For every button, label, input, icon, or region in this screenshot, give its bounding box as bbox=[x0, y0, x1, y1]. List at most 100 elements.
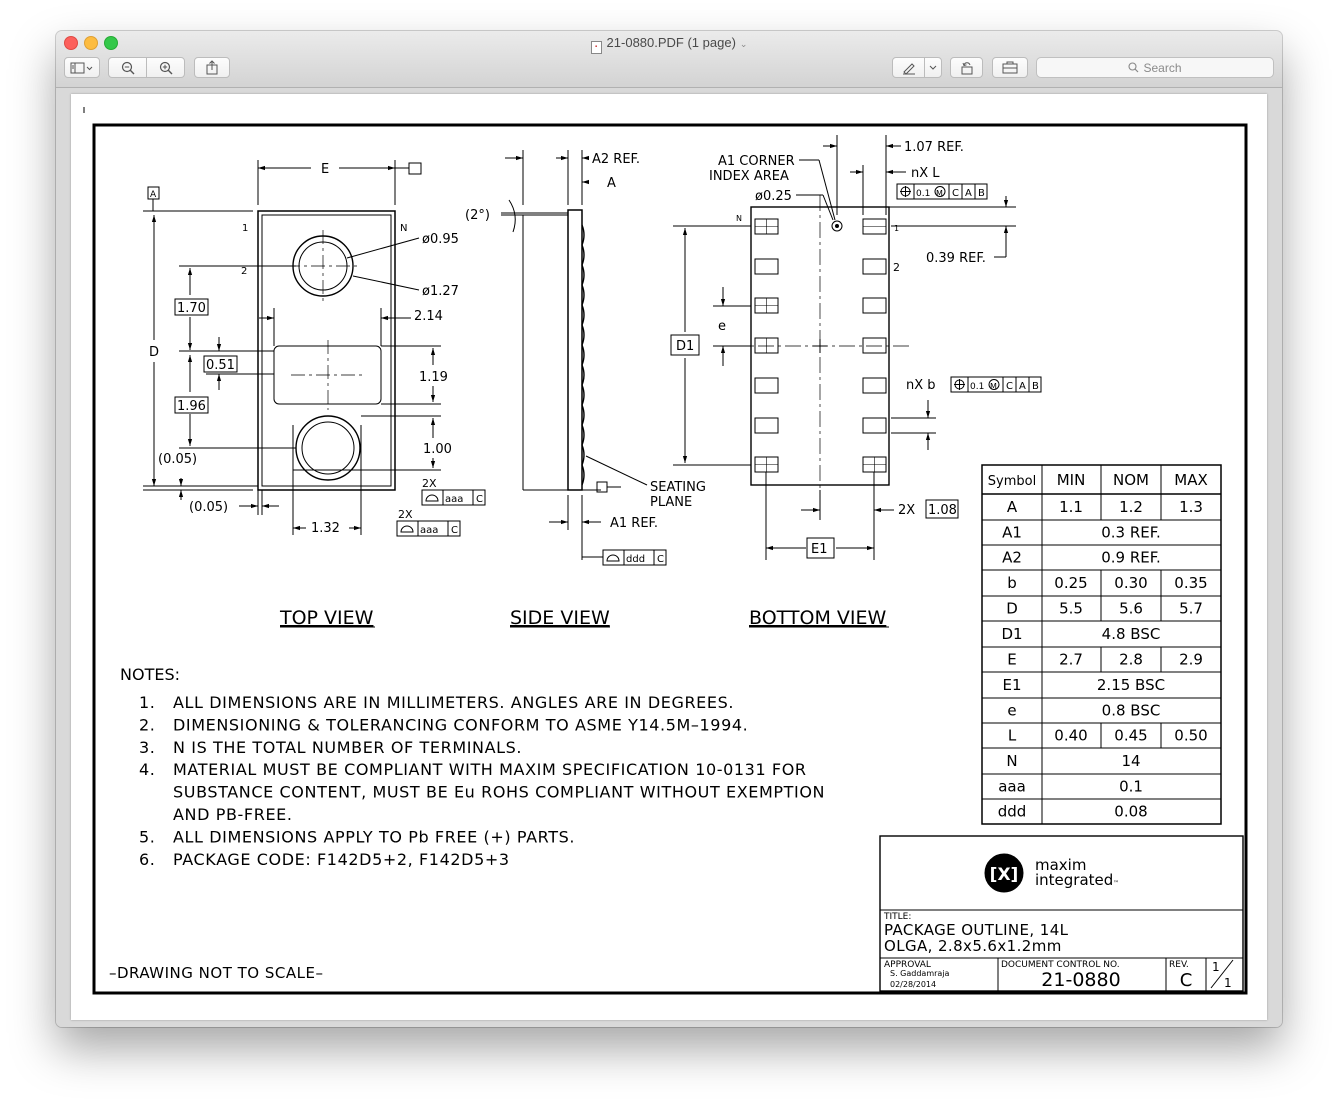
label-2x-108: 2X bbox=[898, 503, 915, 518]
window-title[interactable]: ▪ 21-0880.PDF (1 page) ⌄ bbox=[56, 35, 1282, 54]
top-2x-b: 2X bbox=[398, 508, 413, 521]
table-header-cell: MAX bbox=[1174, 471, 1207, 489]
table-span-cell: 0.1 bbox=[1119, 778, 1143, 796]
search-field[interactable]: Search bbox=[1036, 57, 1274, 78]
table-span-cell: 14 bbox=[1121, 752, 1140, 770]
table-symbol-cell: D1 bbox=[1001, 625, 1022, 643]
label-e: e bbox=[718, 319, 726, 334]
maxim-logo-icon: [X] bbox=[990, 865, 1019, 885]
dim-107-ref: 1.07 REF. bbox=[904, 140, 964, 155]
fcf-l-a: A bbox=[965, 188, 972, 199]
tol-c-b: C bbox=[451, 525, 458, 536]
corner-label-2: INDEX AREA bbox=[709, 169, 789, 184]
note-number: 6. bbox=[139, 850, 155, 869]
sheet-number: 1 bbox=[1212, 960, 1220, 974]
zoom-in-button[interactable] bbox=[146, 57, 185, 78]
dim-100: 1.00 bbox=[423, 442, 452, 457]
label-nxb: nX b bbox=[906, 378, 936, 393]
table-header-cell: NOM bbox=[1113, 471, 1149, 489]
label-E1: E1 bbox=[811, 542, 828, 557]
note-text: AND PB-FREE. bbox=[173, 805, 293, 824]
table-symbol-cell: A bbox=[1007, 498, 1018, 516]
dim-a: A bbox=[607, 176, 616, 191]
fcf-l-tol: 0.1 bbox=[916, 189, 930, 199]
table-value-cell: 0.45 bbox=[1114, 727, 1147, 745]
table-symbol-cell: N bbox=[1006, 752, 1017, 770]
dim-diameter-127: ø1.27 bbox=[422, 284, 459, 299]
note-number: 5. bbox=[139, 827, 155, 846]
table-value-cell: 0.25 bbox=[1054, 574, 1087, 592]
table-symbol-cell: D bbox=[1006, 600, 1018, 618]
sheet-total: 1 bbox=[1224, 976, 1232, 990]
table-header-cell: MIN bbox=[1057, 471, 1086, 489]
fcf-b-b: B bbox=[1032, 381, 1039, 392]
share-button[interactable] bbox=[194, 57, 230, 78]
dim-051: 0.51 bbox=[206, 358, 235, 373]
note-text: N IS THE TOTAL NUMBER OF TERMINALS. bbox=[173, 738, 522, 757]
zoom-out-icon bbox=[121, 61, 134, 74]
table-symbol-cell: b bbox=[1007, 574, 1017, 592]
table-value-cell: 5.5 bbox=[1059, 600, 1083, 618]
top-pin-N: N bbox=[400, 223, 407, 234]
search-placeholder: Search bbox=[1143, 60, 1182, 75]
datum-A: A bbox=[150, 190, 157, 200]
label-D: D bbox=[149, 345, 159, 360]
dim-214: 2.14 bbox=[414, 309, 443, 324]
fcf-l-c: C bbox=[952, 188, 959, 199]
notes-list: 1. ALL DIMENSIONS ARE IN MILLIMETERS. ANG… bbox=[139, 693, 825, 869]
table-value-cell: 1.1 bbox=[1059, 498, 1083, 516]
table-value-cell: 0.35 bbox=[1174, 574, 1207, 592]
chevron-down-icon bbox=[929, 65, 937, 70]
table-symbol-cell: L bbox=[1008, 727, 1017, 745]
table-symbol-cell: E bbox=[1007, 651, 1016, 669]
pen-markup-icon bbox=[902, 62, 915, 75]
preview-window: ▪ 21-0880.PDF (1 page) ⌄ Search E A D 1 … bbox=[56, 31, 1282, 1027]
seating-plane-1: SEATING bbox=[650, 480, 706, 495]
note-text: MATERIAL MUST BE COMPLIANT WITH MAXIM SP… bbox=[173, 760, 807, 779]
dim-039-ref: 0.39 REF. bbox=[926, 251, 986, 266]
table-value-cell: 2.9 bbox=[1179, 651, 1203, 669]
markup-menu-button[interactable] bbox=[924, 57, 942, 78]
toolbox-button[interactable] bbox=[992, 57, 1028, 78]
table-symbol-cell: A1 bbox=[1002, 524, 1022, 542]
bottom-pin-2: 2 bbox=[893, 261, 900, 274]
table-symbol-cell: ddd bbox=[998, 803, 1027, 821]
note-text: ALL DIMENSIONS ARE IN MILLIMETERS. ANGLE… bbox=[173, 693, 734, 712]
zoom-out-button[interactable] bbox=[108, 57, 147, 78]
sidebar-toggle-button[interactable] bbox=[64, 57, 100, 78]
top-pin-1: 1 bbox=[242, 223, 248, 234]
approval-date: 02/28/2014 bbox=[890, 980, 936, 989]
corner-label-1: A1 CORNER bbox=[718, 154, 795, 169]
note-text: SUBSTANCE CONTENT, MUST BE Eu ROHS COMPL… bbox=[173, 783, 825, 802]
rotate-button[interactable] bbox=[950, 57, 983, 78]
approver-name: S. Gaddamraja bbox=[890, 969, 950, 978]
pdf-page: E A D 1 2 N ø0.95 ø1.27 2.14 1.70 0.51 1… bbox=[71, 94, 1267, 1020]
tol-aaa-a: aaa bbox=[445, 494, 463, 505]
top-pin-2: 2 bbox=[241, 266, 247, 277]
rotate-icon bbox=[961, 61, 972, 74]
table-span-cell: 0.8 BSC bbox=[1102, 702, 1161, 720]
dim-132: 1.32 bbox=[311, 521, 340, 536]
note-number: 3. bbox=[139, 738, 155, 757]
dim-angle: (2°) bbox=[465, 208, 490, 223]
side-view-title: SIDE VIEW bbox=[510, 607, 610, 629]
table-header-cell: Symbol bbox=[988, 474, 1036, 489]
table-symbol-cell: A2 bbox=[1002, 549, 1022, 567]
markup-button[interactable] bbox=[892, 57, 925, 78]
note-number: 2. bbox=[139, 715, 155, 734]
share-icon bbox=[206, 60, 218, 75]
label-E: E bbox=[321, 162, 329, 177]
note-text: PACKAGE CODE: F142D5+2, F142D5+3 bbox=[173, 850, 510, 869]
fcf-b-a: A bbox=[1019, 381, 1026, 392]
bottom-view-title: BOTTOM VIEW bbox=[749, 607, 887, 629]
note-text: DIMENSIONING & TOLERANCING CONFORM TO AS… bbox=[173, 715, 748, 734]
table-symbol-cell: aaa bbox=[998, 778, 1026, 796]
dim-108: 1.08 bbox=[928, 503, 957, 518]
table-value-cell: 5.6 bbox=[1119, 600, 1143, 618]
note-text: ALL DIMENSIONS APPLY TO Pb FREE (+) PART… bbox=[173, 827, 575, 846]
rev-value: C bbox=[1180, 970, 1193, 991]
document-view[interactable]: E A D 1 2 N ø0.95 ø1.27 2.14 1.70 0.51 1… bbox=[56, 88, 1282, 1027]
table-value-cell: 0.50 bbox=[1174, 727, 1207, 745]
dim-196: 1.96 bbox=[177, 399, 206, 414]
dim-a2-ref: A2 REF. bbox=[592, 152, 640, 167]
